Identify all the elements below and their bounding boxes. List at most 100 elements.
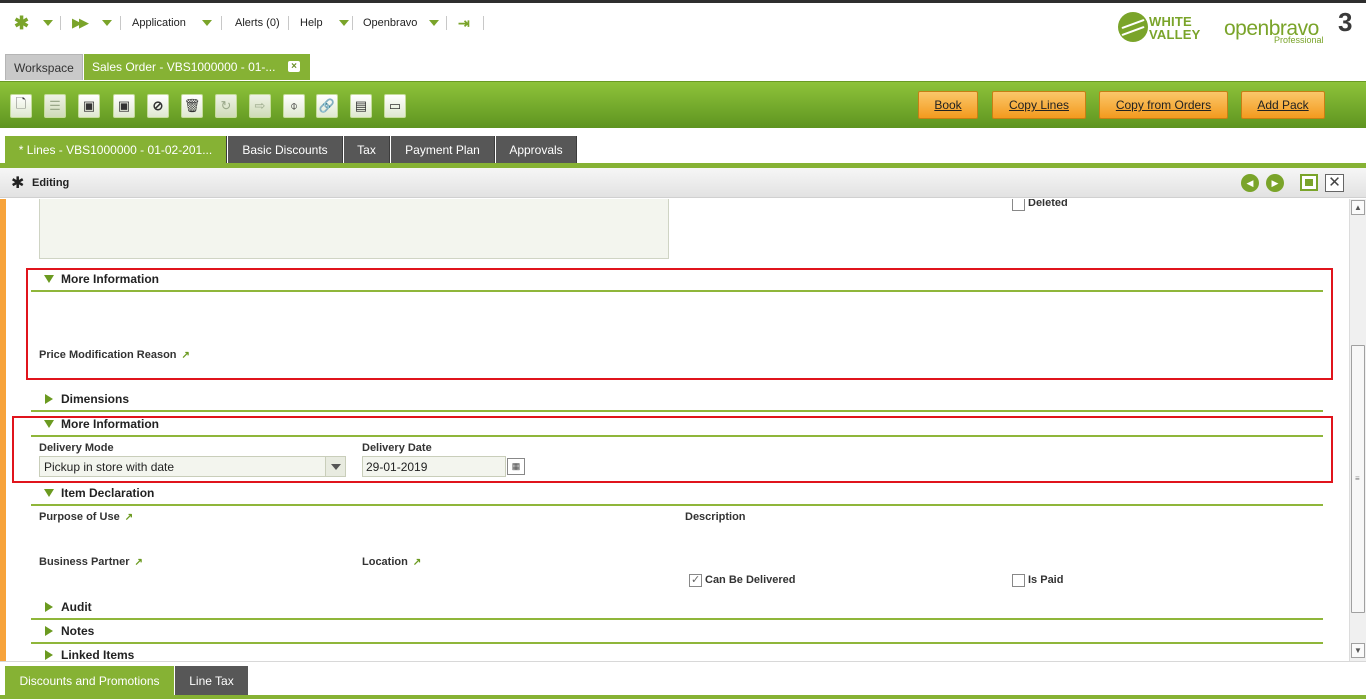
refresh-icon: ↻: [220, 98, 232, 113]
scroll-down-button[interactable]: ▼: [1351, 643, 1365, 658]
book-button[interactable]: Book: [918, 91, 978, 119]
bottom-tabs-underline: [0, 695, 1366, 699]
purpose-of-use-label: Purpose of Use ↗: [39, 511, 133, 523]
fast-forward-icon: ▶▶: [72, 15, 89, 30]
export-icon: ⇨: [254, 98, 266, 113]
section-linked-items[interactable]: Linked Items: [31, 644, 1323, 661]
section-audit[interactable]: Audit: [31, 596, 1323, 620]
grip-icon: ≡: [1355, 474, 1360, 483]
can-be-delivered-label: Can Be Delivered: [705, 574, 796, 586]
tab-sales-order-label: Sales Order - VBS1000000 - 01-...: [92, 60, 276, 74]
section-item-declaration[interactable]: Item Declaration: [31, 482, 1323, 506]
can-be-delivered-checkbox[interactable]: [689, 573, 702, 587]
section-title: Notes: [61, 624, 95, 638]
nav-separator: [288, 16, 289, 30]
next-record-button[interactable]: ▶: [1266, 174, 1284, 192]
location-text: Location: [362, 556, 408, 568]
section-notes[interactable]: Notes: [31, 620, 1323, 644]
close-form-button[interactable]: ✕: [1325, 174, 1344, 192]
maximize-button[interactable]: [1300, 174, 1318, 191]
section-title: Item Declaration: [61, 486, 155, 500]
editing-header: ✱ Editing ◀ ▶ ✕: [0, 168, 1366, 198]
expand-arrow-icon: [45, 626, 53, 636]
link-arrow-icon[interactable]: ↗: [125, 512, 133, 523]
cancel-button[interactable]: ⊘: [147, 94, 169, 118]
attachment-icon: ⌽: [290, 98, 298, 113]
copy-lines-button[interactable]: Copy Lines: [992, 91, 1086, 119]
toggle-view-button[interactable]: ▭: [384, 94, 406, 118]
form-left-accent: [0, 199, 6, 661]
close-icon: ✕: [1328, 174, 1341, 191]
grid-view-button[interactable]: ☰: [44, 94, 66, 118]
application-menu[interactable]: Application: [132, 13, 212, 33]
new-document-icon: 🗋: [15, 96, 27, 111]
description-textarea[interactable]: [39, 199, 669, 259]
purpose-of-use-text: Purpose of Use: [39, 511, 120, 523]
arrow-left-icon: ◀: [1246, 177, 1254, 188]
link-arrow-icon[interactable]: ↗: [413, 557, 421, 568]
nav-separator: [60, 16, 61, 30]
logout-button[interactable]: ⇥: [458, 13, 470, 33]
attachment-button[interactable]: ⌽: [283, 94, 305, 118]
grid-view-icon: ☰: [49, 98, 61, 113]
previous-record-button[interactable]: ◀: [1241, 174, 1259, 192]
expand-arrow-icon: [45, 394, 53, 404]
print-icon: ▤: [354, 98, 368, 113]
tab-approvals[interactable]: Approvals: [496, 136, 577, 163]
section-title: Audit: [61, 600, 92, 614]
link-arrow-icon[interactable]: ↗: [134, 557, 142, 568]
nav-separator: [446, 16, 447, 30]
save-icon: ▣: [82, 98, 96, 113]
chevron-down-icon: [43, 20, 54, 26]
delete-icon: 🗑: [183, 98, 201, 113]
tab-sales-order[interactable]: Sales Order - VBS1000000 - 01-... ×: [84, 54, 310, 80]
form-scrollbar[interactable]: ▲ ≡ ▼: [1349, 199, 1366, 661]
export-button[interactable]: ⇨: [249, 94, 271, 118]
openbravo-version: 3: [1338, 7, 1353, 37]
top-navigation-bar: ✱ ▶▶ Application Alerts (0) Help Openbra…: [0, 0, 1366, 48]
is-paid-checkbox[interactable]: [1012, 574, 1025, 587]
alerts-label: Alerts (0): [235, 17, 280, 29]
link-button[interactable]: 🔗: [316, 94, 338, 118]
openbravo-logo: openbravo 3 Professional: [1224, 7, 1364, 47]
save-close-button[interactable]: ▣: [113, 94, 135, 118]
scroll-thumb[interactable]: ≡: [1351, 345, 1365, 613]
print-button[interactable]: ▤: [350, 94, 372, 118]
new-document-button[interactable]: 🗋: [10, 94, 32, 118]
tab-basic-discounts[interactable]: Basic Discounts: [228, 136, 343, 163]
save-button[interactable]: ▣: [78, 94, 100, 118]
quick-launch-menu[interactable]: ✱: [14, 13, 54, 33]
section-divider: [31, 504, 1323, 506]
description-label: Description: [685, 511, 746, 523]
chevron-down-icon: [338, 20, 349, 26]
help-menu[interactable]: Help: [300, 13, 349, 33]
tab-line-tax[interactable]: Line Tax: [175, 666, 248, 696]
add-pack-button[interactable]: Add Pack: [1241, 91, 1325, 119]
copy-from-orders-button[interactable]: Copy from Orders: [1099, 91, 1228, 119]
tab-lines[interactable]: * Lines - VBS1000000 - 01-02-201...: [5, 136, 227, 163]
alerts-link[interactable]: Alerts (0): [235, 13, 280, 33]
delete-button[interactable]: 🗑: [181, 94, 203, 118]
white-valley-logo: WHITE VALLEY: [1118, 12, 1208, 44]
tab-payment-plan[interactable]: Payment Plan: [391, 136, 495, 163]
deleted-checkbox[interactable]: [1012, 199, 1025, 211]
nav-separator: [352, 16, 353, 30]
highlight-box-2: [12, 416, 1333, 483]
chevron-down-icon: [201, 20, 212, 26]
quick-create-menu[interactable]: ▶▶: [72, 13, 112, 33]
tab-tax[interactable]: Tax: [344, 136, 390, 163]
scroll-up-button[interactable]: ▲: [1351, 200, 1365, 215]
tab-discounts-and-promotions[interactable]: Discounts and Promotions: [5, 666, 174, 696]
toolbar: 🗋 ☰ ▣ ▣ ⊘ 🗑 ↻ ⇨ ⌽ 🔗 ▤ ▭ Book Copy Lines …: [0, 81, 1366, 128]
logout-icon: ⇥: [458, 14, 470, 31]
child-tabs: * Lines - VBS1000000 - 01-02-201... Basi…: [0, 128, 1366, 168]
tab-workspace-label: Workspace: [14, 60, 74, 75]
expand-arrow-icon: [45, 650, 53, 660]
close-tab-icon[interactable]: ×: [288, 61, 300, 72]
tab-workspace[interactable]: Workspace: [5, 54, 83, 80]
refresh-button[interactable]: ↻: [215, 94, 237, 118]
business-partner-label: Business Partner ↗: [39, 556, 143, 568]
section-dimensions[interactable]: Dimensions: [31, 388, 1323, 412]
highlight-box-1: [26, 268, 1333, 380]
user-menu[interactable]: Openbravo: [363, 13, 440, 33]
